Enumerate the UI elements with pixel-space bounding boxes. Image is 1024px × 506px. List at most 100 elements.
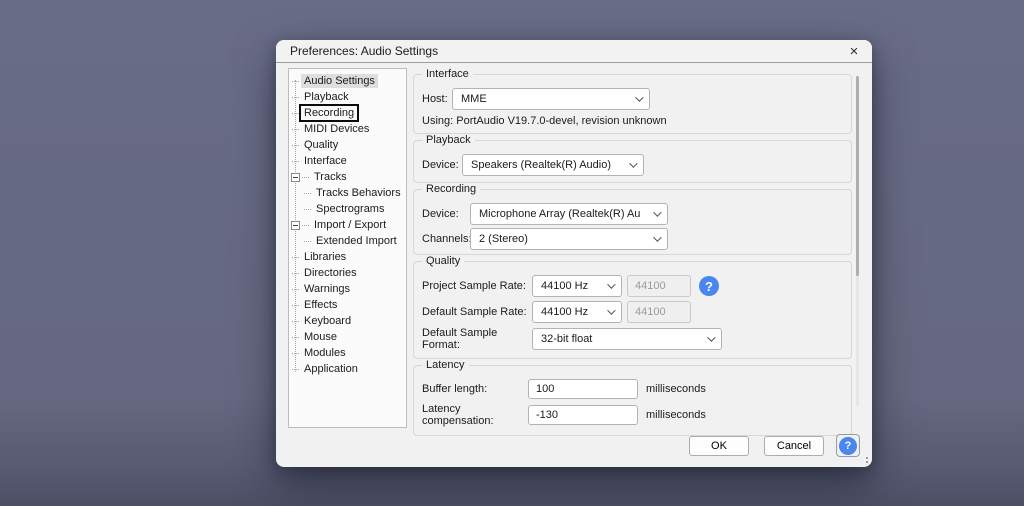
project-sample-rate-value: 44100 Hz [541, 280, 589, 292]
dialog-titlebar: Preferences: Audio Settings × [276, 40, 872, 63]
host-label: Host: [422, 93, 448, 105]
collapse-expander-icon[interactable] [291, 220, 300, 230]
chevron-down-icon [653, 233, 662, 242]
quality-group: Quality Project Sample Rate: 44100 Hz ? … [413, 255, 852, 359]
default-sample-rate-label: Default Sample Rate: [422, 306, 527, 318]
buffer-length-unit: milliseconds [646, 383, 706, 395]
chevron-down-icon [607, 280, 616, 289]
sidebar-item-libraries[interactable]: Libraries [289, 249, 406, 265]
collapse-expander-icon[interactable] [291, 172, 300, 182]
preferences-dialog: Preferences: Audio Settings × Audio Sett… [276, 40, 872, 467]
recording-device-select[interactable]: Microphone Array (Realtek(R) Au [470, 203, 668, 225]
latency-group: Latency Buffer length: milliseconds Late… [413, 359, 852, 436]
tree-connector [292, 288, 299, 290]
chevron-down-icon [653, 208, 662, 217]
dialog-title: Preferences: Audio Settings [290, 44, 439, 58]
tree-connector [292, 304, 299, 306]
tree-connector [292, 112, 299, 114]
tree-connector [304, 240, 311, 242]
portaudio-version-text: Using: PortAudio V19.7.0-devel, revision… [422, 115, 667, 127]
default-sample-rate-other-field [627, 301, 691, 323]
sidebar-item-playback[interactable]: Playback [289, 89, 406, 105]
quality-group-title: Quality [422, 255, 465, 268]
tree-connector [292, 320, 299, 322]
sidebar-item-modules[interactable]: Modules [289, 345, 406, 361]
sidebar-item-audio-settings[interactable]: Audio Settings [289, 73, 406, 89]
tree-connector [302, 224, 309, 226]
panel-scrollbar[interactable] [856, 76, 859, 406]
sidebar-item-quality[interactable]: Quality [289, 137, 406, 153]
sidebar-item-mouse[interactable]: Mouse [289, 329, 406, 345]
chevron-down-icon [607, 306, 616, 315]
chevron-down-icon [629, 159, 638, 168]
recording-device-label: Device: [422, 208, 459, 220]
host-select-value: MME [461, 93, 487, 105]
channels-label: Channels: [422, 233, 472, 245]
channels-value: 2 (Stereo) [479, 233, 528, 245]
latency-group-title: Latency [422, 359, 469, 372]
sidebar-item-application[interactable]: Application [289, 361, 406, 377]
tree-connector [292, 144, 299, 146]
tree-connector [304, 208, 311, 210]
sidebar-item-midi-devices[interactable]: MIDI Devices [289, 121, 406, 137]
playback-group-title: Playback [422, 134, 475, 147]
sidebar-item-tracks-behaviors[interactable]: Tracks Behaviors [289, 185, 406, 201]
sidebar-item-tracks[interactable]: Tracks [289, 169, 406, 185]
tree-items: Audio Settings Playback Recording MIDI D… [289, 72, 406, 377]
recording-group-title: Recording [422, 183, 481, 196]
default-sample-format-value: 32-bit float [541, 333, 593, 345]
sidebar-item-directories[interactable]: Directories [289, 265, 406, 281]
recording-group: Recording Device: Microphone Array (Real… [413, 183, 852, 255]
resize-grip[interactable] [858, 453, 868, 463]
tree-connector [292, 96, 299, 98]
sidebar-item-recording[interactable]: Recording [289, 104, 406, 122]
chevron-down-icon [635, 93, 644, 102]
sidebar-item-warnings[interactable]: Warnings [289, 281, 406, 297]
sidebar-item-spectrograms[interactable]: Spectrograms [289, 201, 406, 217]
default-sample-format-label: Default Sample Format: [422, 327, 498, 351]
recording-device-value: Microphone Array (Realtek(R) Au [479, 208, 641, 220]
playback-device-value: Speakers (Realtek(R) Audio) [471, 159, 612, 171]
sidebar-item-import-export[interactable]: Import / Export [289, 217, 406, 233]
tree-connector [292, 160, 299, 162]
sidebar-item-effects[interactable]: Effects [289, 297, 406, 313]
settings-panel: Interface Host: MME Using: PortAudio V19… [412, 68, 860, 436]
tree-connector [292, 256, 299, 258]
channels-select[interactable]: 2 (Stereo) [470, 228, 668, 250]
buffer-length-input[interactable] [528, 379, 638, 399]
playback-device-select[interactable]: Speakers (Realtek(R) Audio) [462, 154, 644, 176]
playback-group: Playback Device: Speakers (Realtek(R) Au… [413, 134, 852, 183]
tree-connector [292, 352, 299, 354]
desktop-background: { "window": { "title": "Preferences: Aud… [0, 0, 1024, 506]
close-icon[interactable]: × [838, 40, 870, 62]
playback-device-label: Device: [422, 159, 459, 171]
project-sample-rate-label: Project Sample Rate: [422, 280, 526, 292]
help-button[interactable]: ? [836, 434, 860, 457]
tree-connector [292, 336, 299, 338]
tree-connector [292, 80, 299, 82]
sidebar-item-keyboard[interactable]: Keyboard [289, 313, 406, 329]
sidebar-item-interface[interactable]: Interface [289, 153, 406, 169]
tree-connector [292, 128, 299, 130]
tree-connector [304, 192, 311, 194]
dialog-footer: OK Cancel ? [689, 434, 860, 457]
project-sample-rate-select[interactable]: 44100 Hz [532, 275, 622, 297]
interface-group-title: Interface [422, 68, 473, 81]
sidebar-item-extended-import[interactable]: Extended Import [289, 233, 406, 249]
cancel-button[interactable]: Cancel [764, 435, 824, 456]
help-icon: ? [839, 436, 857, 455]
default-sample-format-select[interactable]: 32-bit float [532, 328, 722, 350]
latency-compensation-label: Latency compensation: [422, 403, 494, 427]
project-rate-help-icon[interactable]: ? [699, 276, 719, 296]
tree-connector [292, 272, 299, 274]
chevron-down-icon [707, 333, 716, 342]
buffer-length-label: Buffer length: [422, 383, 488, 395]
default-sample-rate-select[interactable]: 44100 Hz [532, 301, 622, 323]
ok-button[interactable]: OK [689, 435, 749, 456]
default-sample-rate-value: 44100 Hz [541, 306, 589, 318]
tree-connector [292, 368, 299, 370]
tree-connector [302, 176, 309, 178]
latency-compensation-input[interactable] [528, 405, 638, 425]
host-select[interactable]: MME [452, 88, 650, 110]
interface-group: Interface Host: MME Using: PortAudio V19… [413, 68, 852, 134]
